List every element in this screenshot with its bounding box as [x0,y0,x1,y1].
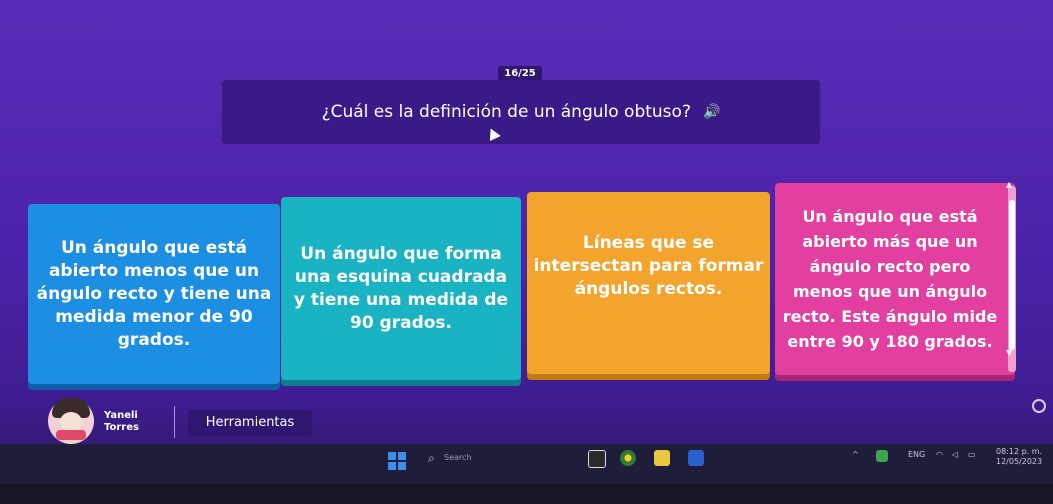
clock-time: 08:12 p. m. [996,447,1043,456]
store-icon[interactable] [688,450,704,466]
windows-start-icon[interactable] [388,452,406,470]
taskbar-search-input[interactable]: Search [444,453,471,462]
taskbar-clock[interactable]: 08:12 p. m. 12/05/2023 [996,447,1042,467]
tools-button[interactable]: Herramientas [188,410,312,436]
answer-option-3-text: Líneas que se intersectan para formar án… [533,232,764,299]
answer-option-2-text: Un ángulo que forma una esquina cuadrada… [293,243,509,333]
scroll-down-icon[interactable]: ▼ [1006,348,1012,357]
wifi-icon[interactable]: ◠ [936,450,943,459]
avatar [48,398,94,444]
chevron-up-icon[interactable]: ^ [852,450,859,459]
gear-icon[interactable] [1032,399,1046,413]
answer-option-1[interactable]: Un ángulo que está abierto menos que un … [28,204,280,384]
answer-option-1-text: Un ángulo que está abierto menos que un … [36,237,272,350]
search-icon[interactable]: ⌕ [428,451,435,466]
folder-icon[interactable] [654,450,670,466]
battery-icon[interactable]: ▭ [968,450,976,459]
player-name: Yaneli Torres [104,410,139,434]
question-box: ¿Cuál es la definición de un ángulo obtu… [222,80,820,144]
file-explorer-icon[interactable] [588,450,606,468]
player-last-name: Torres [104,422,139,433]
answer-4-scroll-thumb[interactable] [1009,200,1015,350]
answer-option-4[interactable]: Un ángulo que está abierto más que un án… [775,183,1015,375]
screen-bezel [0,484,1053,504]
player-first-name: Yaneli [104,410,138,421]
answer-option-3[interactable]: Líneas que se intersectan para formar án… [527,192,770,374]
question-text: ¿Cuál es la definición de un ángulo obtu… [321,102,691,122]
scroll-up-icon[interactable]: ▲ [1006,180,1012,189]
clock-date: 12/05/2023 [996,457,1043,466]
answer-option-4-text: Un ángulo que está abierto más que un án… [782,207,998,351]
tray-app-icon[interactable] [876,450,888,462]
volume-icon[interactable]: ◁ [952,450,958,459]
answer-option-2[interactable]: Un ángulo que forma una esquina cuadrada… [281,197,521,380]
chrome-icon[interactable] [620,450,636,466]
divider [174,406,175,438]
taskbar [0,444,1053,484]
speaker-icon[interactable]: 🔊 [703,104,720,120]
language-indicator[interactable]: ENG [908,450,925,459]
